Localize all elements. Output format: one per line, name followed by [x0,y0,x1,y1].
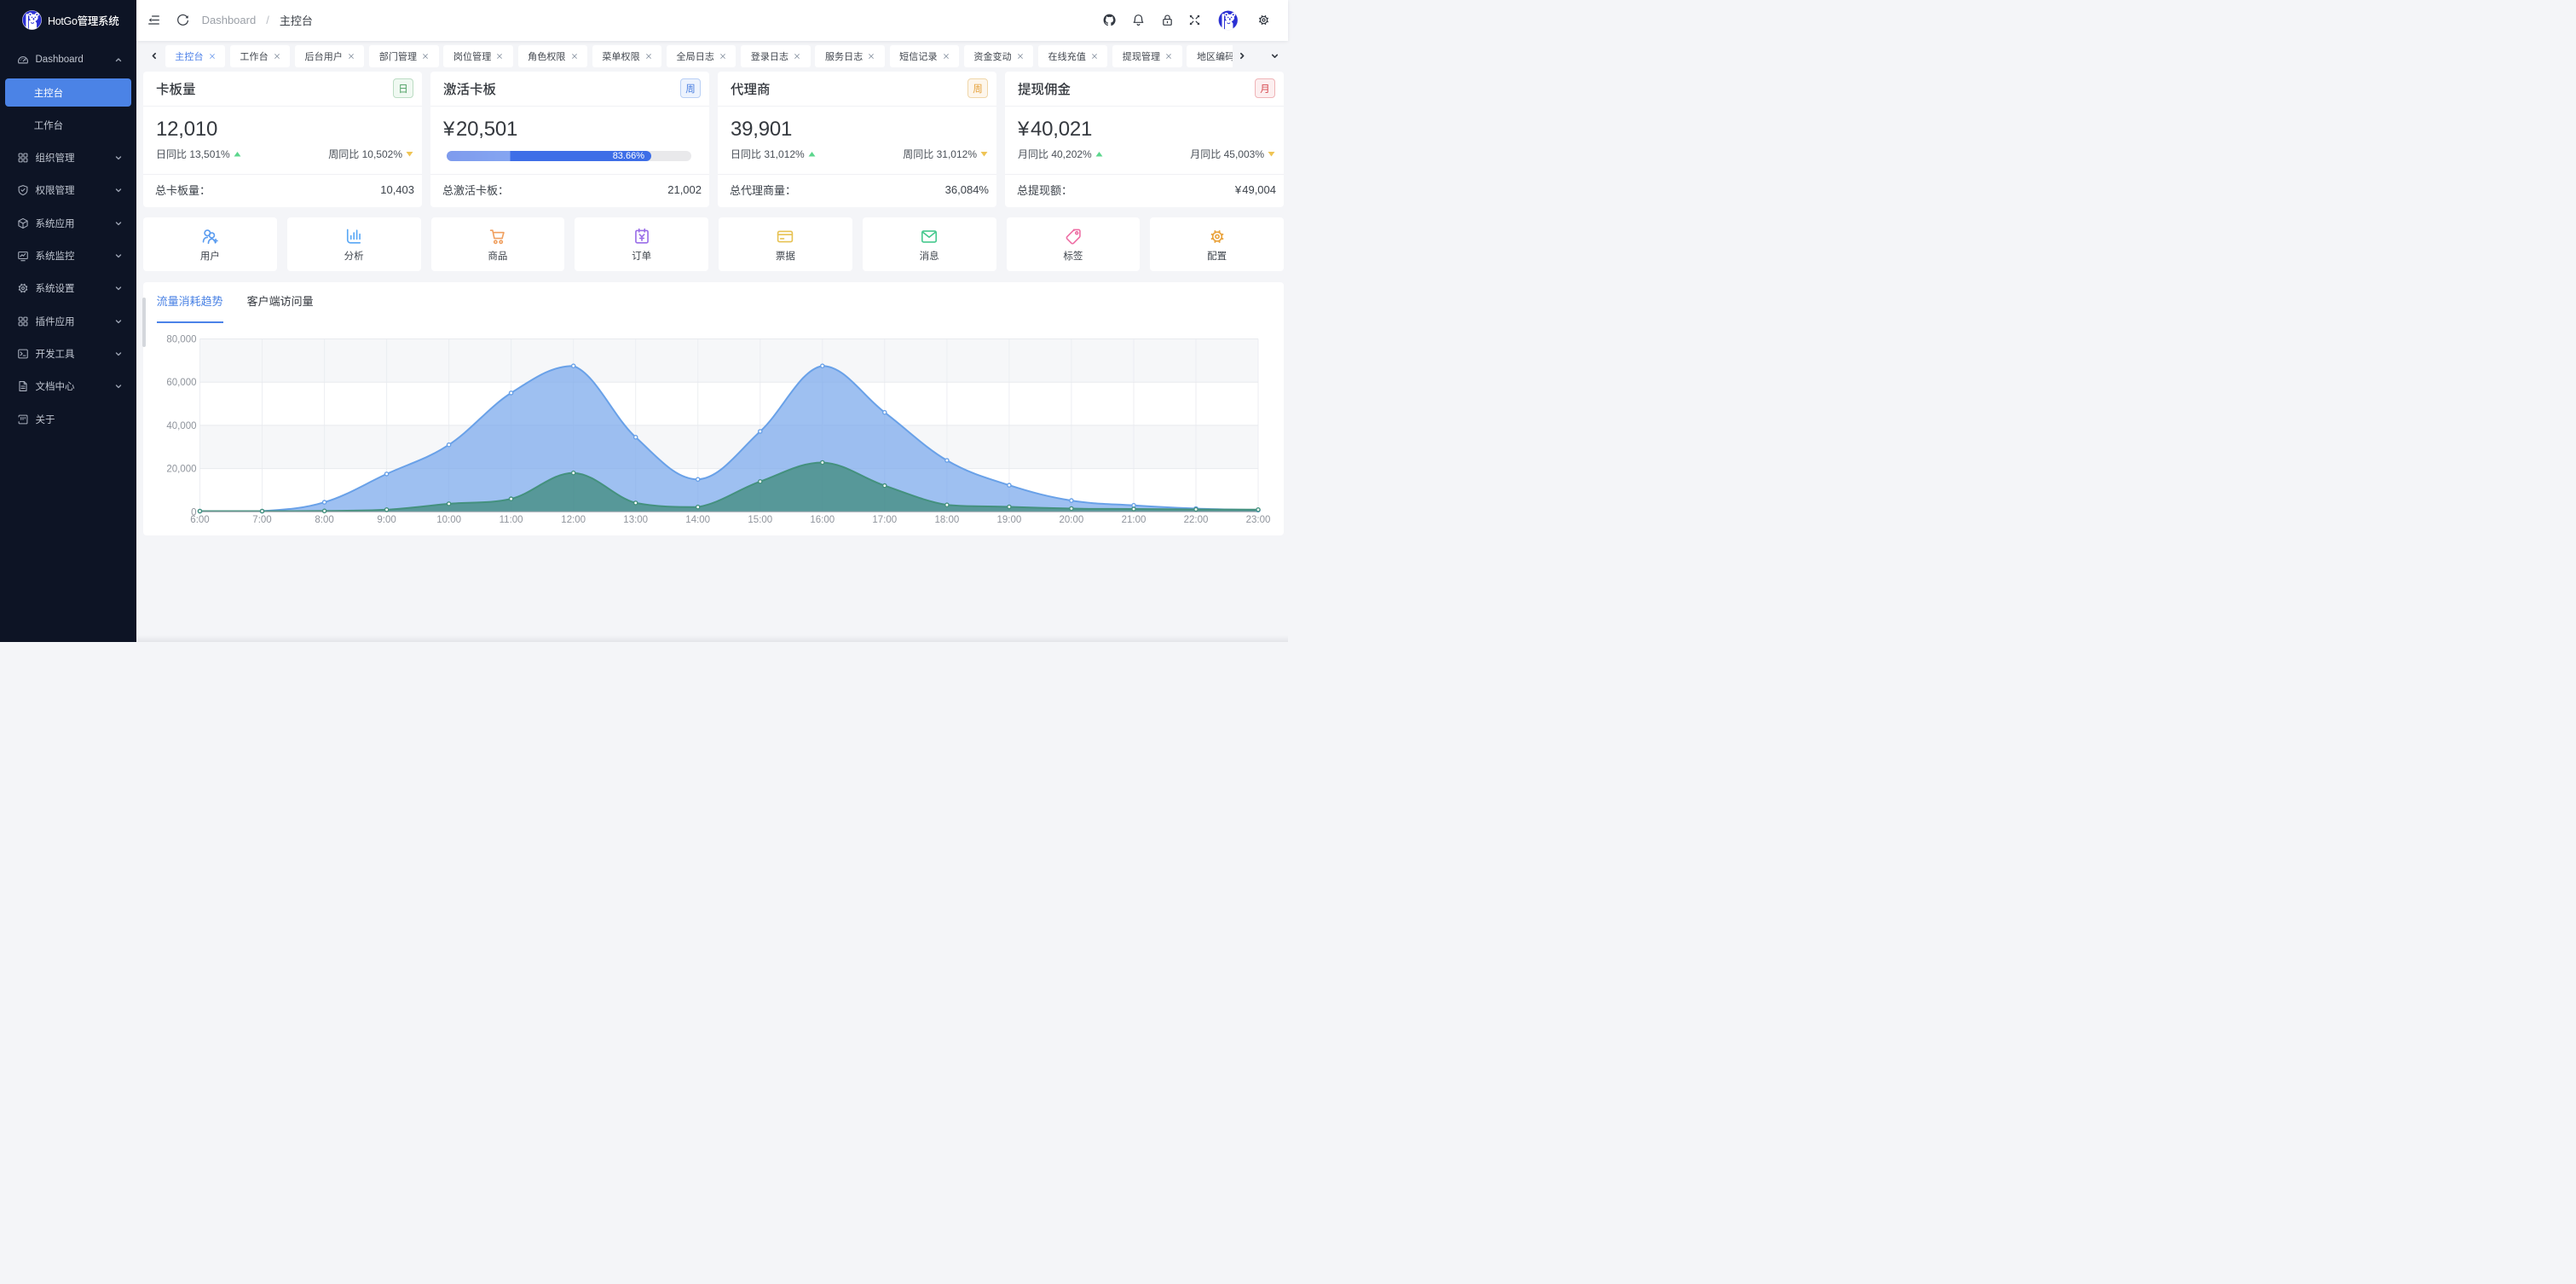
svg-text:20:00: 20:00 [1060,515,1084,525]
svg-text:14:00: 14:00 [685,515,710,525]
svg-text:20,000: 20,000 [166,465,196,475]
svg-text:22:00: 22:00 [1184,515,1209,525]
svg-text:13:00: 13:00 [623,515,648,525]
svg-text:10:00: 10:00 [436,515,461,525]
svg-text:11:00: 11:00 [500,515,523,525]
svg-text:12:00: 12:00 [561,515,586,525]
svg-text:60,000: 60,000 [166,378,196,388]
svg-text:18:00: 18:00 [935,515,960,525]
svg-text:6:00: 6:00 [190,515,209,525]
svg-text:21:00: 21:00 [1122,515,1146,525]
svg-text:8:00: 8:00 [315,515,333,525]
svg-text:23:00: 23:00 [1246,515,1271,525]
svg-text:16:00: 16:00 [810,515,835,525]
svg-text:9:00: 9:00 [377,515,396,525]
svg-text:80,000: 80,000 [166,335,196,345]
svg-text:19:00: 19:00 [997,515,1022,525]
svg-text:7:00: 7:00 [252,515,271,525]
svg-text:15:00: 15:00 [748,515,772,525]
svg-text:40,000: 40,000 [166,421,196,431]
svg-text:17:00: 17:00 [872,515,897,525]
